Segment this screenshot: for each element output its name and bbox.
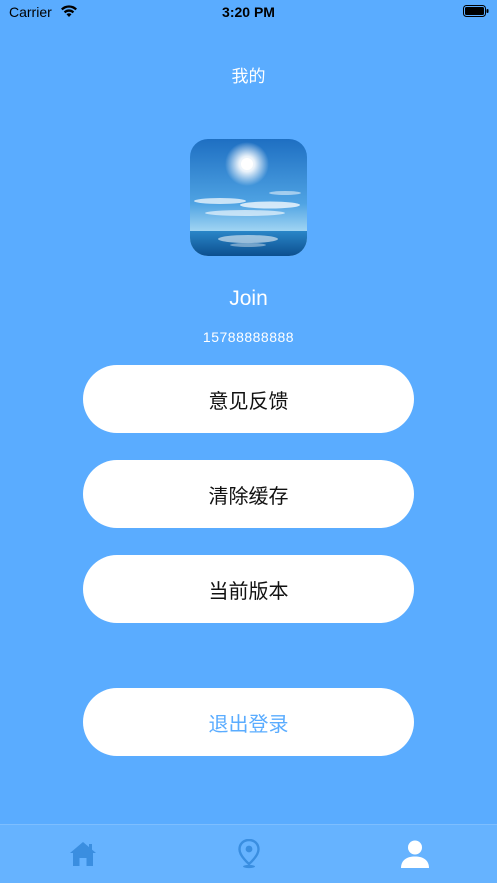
- phone-number: 15788888888: [202, 329, 295, 345]
- clear-cache-button[interactable]: 清除缓存: [83, 460, 414, 528]
- tab-home[interactable]: [0, 825, 165, 883]
- person-icon: [400, 840, 429, 868]
- logout-button[interactable]: 退出登录: [83, 688, 414, 756]
- status-time: 3:20 PM: [222, 4, 275, 20]
- feedback-button[interactable]: 意见反馈: [83, 365, 414, 433]
- tab-me[interactable]: [332, 825, 497, 883]
- username: Join: [229, 287, 268, 310]
- avatar[interactable]: [190, 139, 307, 256]
- status-bar: Carrier 3:20 PM: [0, 0, 497, 26]
- page-title: 我的: [231, 67, 266, 87]
- tab-location[interactable]: [166, 825, 331, 883]
- tab-bar: [0, 824, 497, 883]
- version-button[interactable]: 当前版本: [83, 555, 414, 623]
- location-pin-icon: [237, 839, 260, 869]
- home-icon: [69, 842, 96, 866]
- battery-icon: [463, 5, 489, 17]
- avatar-image: [190, 139, 307, 256]
